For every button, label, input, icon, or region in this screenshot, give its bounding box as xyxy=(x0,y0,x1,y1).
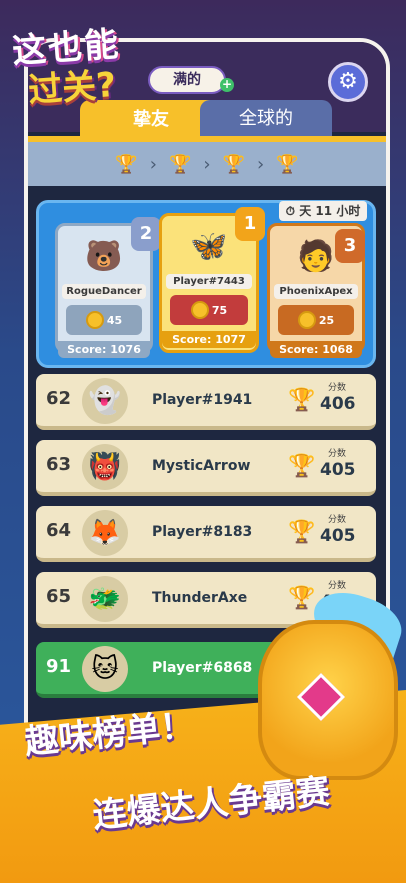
trophy-progress-row: 🏆 › 🏆 › 🏆 › 🏆 xyxy=(28,142,386,186)
leaderboard-row[interactable]: 62 👻 Player#1941 🏆 分数 406 xyxy=(36,374,376,430)
score: Score: 1068 xyxy=(270,341,362,358)
player-name: PhoenixApex xyxy=(274,284,358,299)
player-name: Player#1941 xyxy=(152,392,253,408)
leaderboard-row[interactable]: 63 👹 MysticArrow 🏆 分数 405 xyxy=(36,440,376,496)
avatar: 🐻 xyxy=(85,238,123,274)
trophy-icon: 🏆 xyxy=(288,454,316,479)
score-label: 分数 xyxy=(328,383,347,393)
logo-line2: 过关? xyxy=(26,64,118,112)
tab-global-label: 全球的 xyxy=(239,108,293,129)
trophy-icon: 🏆 xyxy=(288,520,316,545)
avatar: 👹 xyxy=(82,444,128,490)
leaderboard-row[interactable]: 64 🦊 Player#8183 🏆 分数 405 xyxy=(36,506,376,562)
trophy-icon: 🏆 xyxy=(288,586,316,611)
coin-reward: 75 xyxy=(170,295,248,325)
score-value: 405 xyxy=(320,526,356,546)
add-icon[interactable]: + xyxy=(220,78,234,92)
chevron-right-icon: › xyxy=(203,153,211,175)
trophy-icon: 🏆 xyxy=(222,153,246,175)
coin-icon xyxy=(190,301,209,319)
coin-icon xyxy=(297,311,316,329)
score-label: 分数 xyxy=(328,515,347,525)
rank-badge-1: 1 xyxy=(235,207,265,241)
rank-badge-2: 2 xyxy=(131,217,161,251)
tab-global[interactable]: 全球的 xyxy=(200,100,332,136)
trophy-icon: 🏆 xyxy=(288,388,316,413)
trophy-icon: 🏆 xyxy=(115,153,138,175)
player-name: Player#7443 xyxy=(166,274,252,289)
coin-amount: 25 xyxy=(318,313,335,327)
rank-number: 91 xyxy=(46,656,72,677)
score-value: 405 xyxy=(320,460,356,480)
score: Score: 1076 xyxy=(58,341,150,358)
chevron-right-icon: › xyxy=(257,153,265,175)
coin-amount: 45 xyxy=(106,313,123,327)
avatar: 👻 xyxy=(82,378,128,424)
avatar: 🦋 xyxy=(190,228,228,264)
timer-value: 11 xyxy=(315,204,333,218)
chevron-right-icon: › xyxy=(149,153,157,175)
score-label: 分数 xyxy=(328,449,347,459)
timer-icon: ⏱ xyxy=(285,204,296,218)
player-name: ThunderAxe xyxy=(152,590,248,606)
score: Score: 1077 xyxy=(162,331,256,348)
avatar: 🐲 xyxy=(82,576,128,622)
timer-prefix: 天 xyxy=(299,204,312,218)
coin-icon xyxy=(85,311,104,329)
friends-pill-label: 满的 xyxy=(173,72,201,88)
avatar: 🦊 xyxy=(82,510,128,556)
coin-reward: 25 xyxy=(278,305,354,335)
avatar: 🐱 xyxy=(82,646,128,692)
player-name: Player#8183 xyxy=(152,524,253,540)
timer-unit: 小时 xyxy=(336,204,361,218)
game-logo: 这也能 过关? xyxy=(4,2,174,122)
rank-number: 64 xyxy=(46,520,72,541)
countdown-timer: ⏱ 天 11 小时 xyxy=(279,201,367,221)
rank-number: 62 xyxy=(46,388,72,409)
trophy-icon: 🏆 xyxy=(276,153,299,175)
gear-icon: ⚙ xyxy=(338,69,358,94)
coin-amount: 75 xyxy=(211,303,228,317)
rank-badge-3: 3 xyxy=(335,229,365,263)
trophy-icon: 🏆 xyxy=(168,153,192,175)
player-name: MysticArrow xyxy=(152,458,251,474)
player-name: Player#6868 xyxy=(152,660,253,676)
rank-number: 63 xyxy=(46,454,72,475)
settings-button[interactable]: ⚙ xyxy=(328,62,368,102)
rank-number: 65 xyxy=(46,586,72,607)
score-value: 406 xyxy=(320,394,356,414)
podium: ⏱ 天 11 小时 🐻 RogueDancer 45 Score: 1076 2… xyxy=(36,200,376,368)
player-name: RogueDancer xyxy=(62,284,146,299)
coin-reward: 45 xyxy=(66,305,142,335)
score-label: 分数 xyxy=(328,581,347,591)
